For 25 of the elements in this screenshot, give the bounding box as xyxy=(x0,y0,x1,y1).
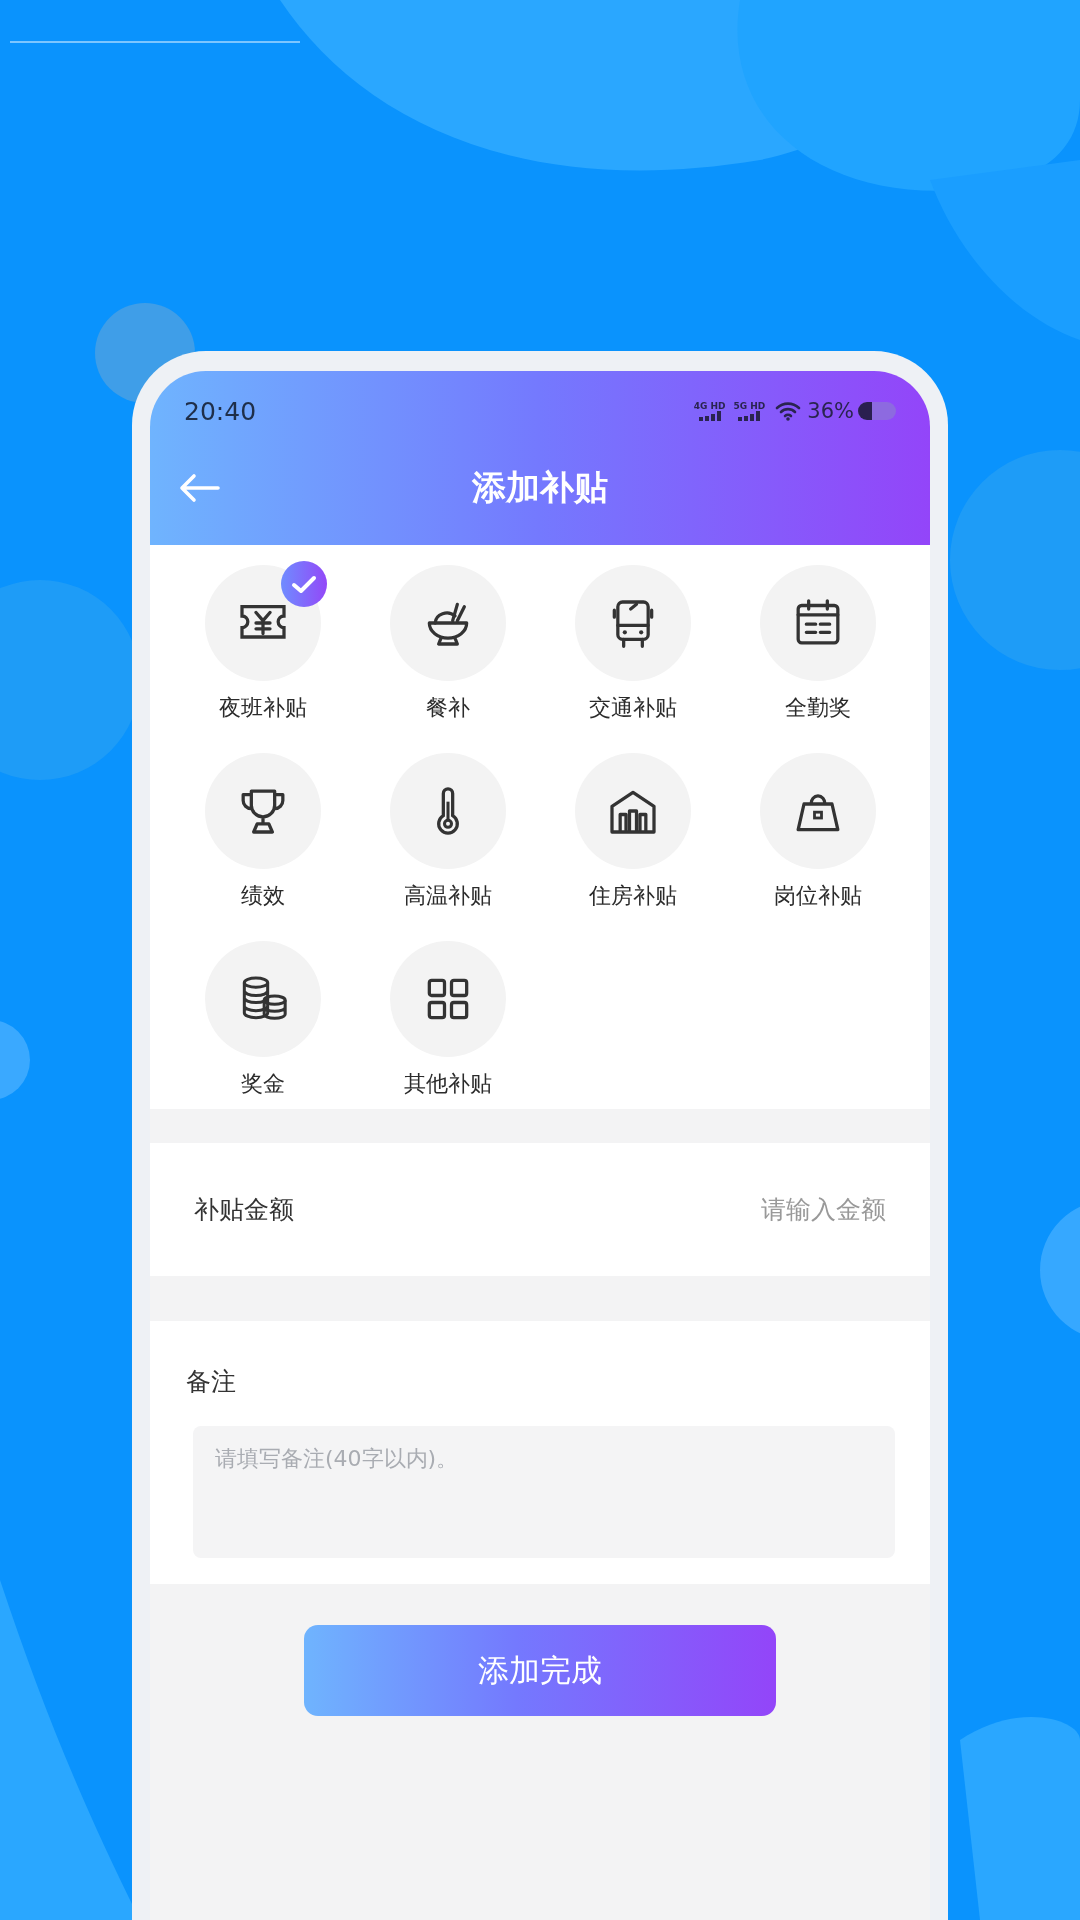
category-option[interactable]: 绩效 xyxy=(170,753,355,911)
network-label: 5G HD xyxy=(733,401,766,411)
wifi-icon xyxy=(775,401,802,421)
amount-field[interactable]: 请输入金额 xyxy=(624,1194,888,1225)
network-label: 4G HD xyxy=(693,401,726,411)
category-option[interactable]: 岗位补贴 xyxy=(725,753,910,911)
category-option[interactable]: 奖金 xyxy=(170,941,355,1099)
remark-label: 备注 xyxy=(186,1367,236,1396)
remark-field[interactable]: 请填写备注(40字以内)。 xyxy=(193,1426,895,1558)
category-option[interactable]: 夜班补贴 xyxy=(170,565,355,723)
page-title: 添加补贴 xyxy=(471,466,609,509)
category-option[interactable]: 交通补贴 xyxy=(540,565,725,723)
status-time: 20:40 xyxy=(184,396,258,426)
category-option[interactable]: 高温补贴 xyxy=(355,753,540,911)
category-option[interactable]: 住房补贴 xyxy=(540,753,725,911)
battery-icon xyxy=(858,402,896,420)
signal-icon xyxy=(697,411,722,421)
category-option[interactable]: 其他补贴 xyxy=(355,941,540,1099)
back-icon[interactable] xyxy=(178,473,220,503)
category-option[interactable]: 全勤奖 xyxy=(725,565,910,723)
battery-percent: 36% xyxy=(807,399,854,423)
signal-icon xyxy=(737,411,762,421)
amount-label: 补贴金额 xyxy=(194,1194,294,1226)
category-option[interactable]: 餐补 xyxy=(355,565,540,723)
submit-button[interactable]: 添加完成 xyxy=(304,1625,776,1716)
